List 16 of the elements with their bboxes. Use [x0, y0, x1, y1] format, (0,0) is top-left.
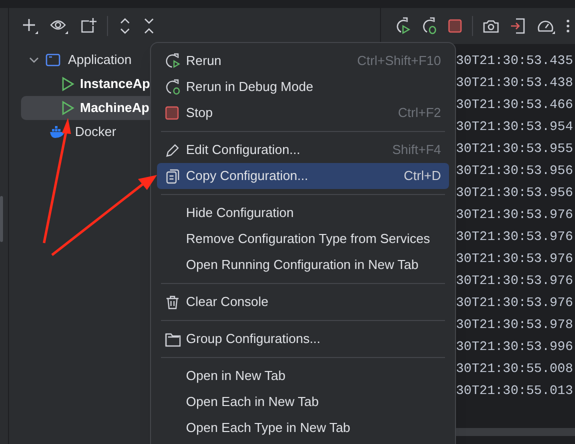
log-line: 30T21:30:53.956 — [456, 162, 574, 180]
log-line: 30T21:30:55.008 — [456, 360, 574, 378]
log-line: 30T21:30:55.013 — [456, 382, 574, 400]
log-line: 30T21:30:53.954 — [456, 118, 574, 136]
log-line: 30T21:30:53.978 — [456, 316, 574, 334]
log-line: 30T21:30:53.956 — [456, 184, 574, 202]
log-line: 30T21:30:53.976 — [456, 294, 574, 312]
log-line: 30T21:30:53.955 — [456, 140, 574, 158]
log-line: 30T21:30:53.976 — [456, 272, 574, 290]
log-line: 30T21:30:53.435 — [456, 52, 574, 70]
log-line: 30T21:30:53.976 — [456, 206, 574, 224]
log-line: 30T21:30:53.466 — [456, 96, 574, 114]
log-line: 30T21:30:53.976 — [456, 228, 574, 246]
log-line: 30T21:30:53.976 — [456, 250, 574, 268]
log-line: 30T21:30:53.438 — [456, 74, 574, 92]
log-line: 30T21:30:53.996 — [456, 338, 574, 356]
